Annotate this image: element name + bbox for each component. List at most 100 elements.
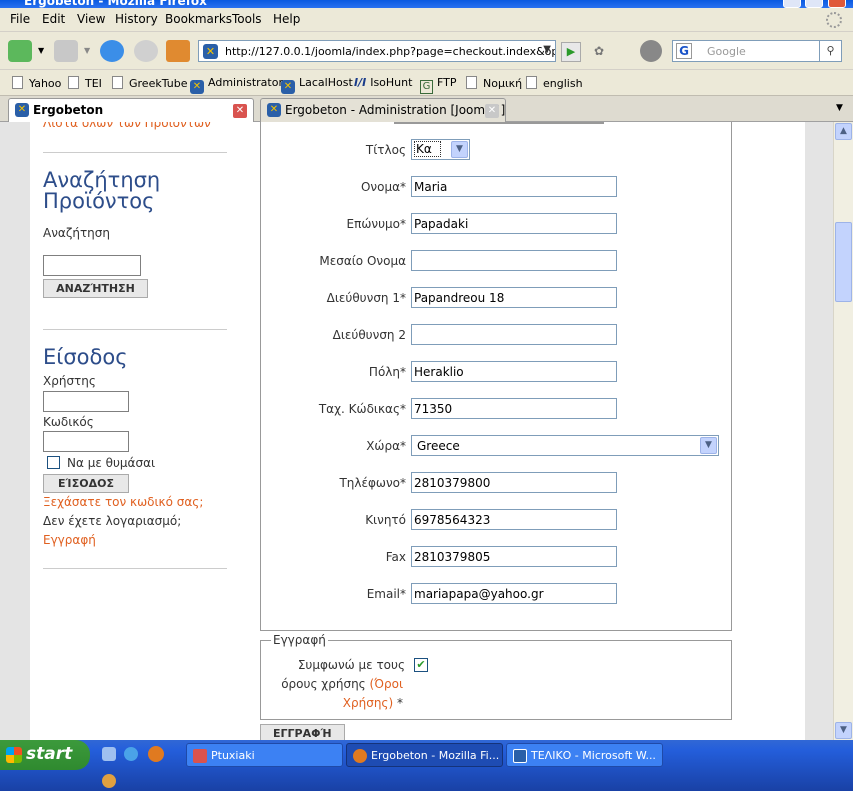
- ie-icon[interactable]: [124, 747, 138, 761]
- task-word[interactable]: ΤΕΛΙΚΟ - Microsoft W...: [506, 743, 663, 767]
- bookmark-administrator[interactable]: ✕ Administrator: [190, 76, 283, 94]
- tab-list-icon[interactable]: ▼: [836, 103, 843, 113]
- search-input[interactable]: [43, 255, 141, 276]
- task-ptuxiaki[interactable]: Ptuxiaki: [186, 743, 343, 767]
- password-input[interactable]: [43, 431, 129, 452]
- powerpoint-icon: [193, 749, 207, 763]
- all-products-link[interactable]: Λίστα όλων των Προϊόντων: [43, 122, 211, 130]
- bookmark-greektube[interactable]: GreekTube: [112, 76, 187, 90]
- close-tab-icon[interactable]: ✕: [233, 104, 247, 118]
- back-dropdown-icon[interactable]: ▼: [38, 46, 44, 55]
- bookmark-yahoo[interactable]: Yahoo: [12, 76, 61, 90]
- address2-input[interactable]: [411, 324, 617, 345]
- bookmark-english[interactable]: english: [526, 76, 583, 90]
- mobile-input[interactable]: 6978564323: [411, 509, 617, 530]
- maximize-button[interactable]: [805, 0, 823, 8]
- terms-link-continued[interactable]: Χρήσης): [343, 696, 393, 710]
- country-select[interactable]: Greece ▼: [411, 435, 719, 456]
- profile-icon[interactable]: [640, 40, 662, 62]
- window-title-bar: Ergobeton - Mozilla Firefox: [0, 0, 853, 8]
- bookmark-lacalhost[interactable]: ✕ LacalHost: [281, 76, 353, 94]
- menu-tools[interactable]: Tools: [232, 12, 262, 26]
- menu-bookmarks[interactable]: Bookmarks: [165, 12, 232, 26]
- agree-terms-checkbox[interactable]: ✔: [414, 658, 428, 672]
- navigation-toolbar: ▼ ▼ ✕ http://127.0.0.1/joomla/index.php?…: [0, 32, 853, 70]
- search-button[interactable]: ΑΝΑΖΉΤΗΣΗ: [43, 279, 148, 298]
- search-icon[interactable]: ⚲: [819, 41, 841, 61]
- scroll-thumb[interactable]: [835, 222, 852, 302]
- scroll-up-icon[interactable]: ▲: [835, 123, 852, 140]
- reload-icon[interactable]: [100, 40, 124, 62]
- registration-fieldset: Εγγραφή Συμφωνώ με τους όρους χρήσης (Όρ…: [260, 633, 732, 720]
- tab-ergobeton[interactable]: ✕ Ergobeton ✕: [8, 98, 254, 122]
- search-heading: Αναζήτηση Προϊόντος: [43, 168, 161, 213]
- phone-label: Τηλέφωνο*: [339, 476, 406, 490]
- tab-administration[interactable]: ✕ Ergobeton - Administration [Joomla!] ✕: [260, 98, 506, 122]
- register-link[interactable]: Εγγραφή: [43, 533, 96, 547]
- firefox-icon[interactable]: [148, 746, 164, 762]
- city-input[interactable]: Heraklio: [411, 361, 617, 382]
- bookmark-isohunt[interactable]: I/I IsoHunt: [354, 76, 412, 89]
- address1-label: Διεύθυνση 1*: [326, 291, 406, 305]
- login-button[interactable]: ΕΊΣΟΔΟΣ: [43, 474, 129, 493]
- bookmark-ftp[interactable]: G FTP: [420, 76, 457, 94]
- country-label: Χώρα*: [366, 439, 406, 453]
- google-icon[interactable]: G: [676, 43, 692, 59]
- windows-logo-icon: [6, 747, 22, 763]
- back-icon[interactable]: [8, 40, 32, 62]
- go-icon[interactable]: ▶: [561, 42, 581, 62]
- extension-icon[interactable]: ✿: [594, 44, 610, 60]
- close-window-button[interactable]: [828, 0, 846, 8]
- bookmark-nomiki[interactable]: Νομική: [466, 76, 522, 90]
- search-bar[interactable]: G Google ⚲: [672, 40, 842, 62]
- first-name-label: Ονομα*: [360, 180, 406, 194]
- vertical-scrollbar[interactable]: ▲ ▼: [833, 122, 853, 740]
- agree-text-line1: Συμφωνώ με τους: [297, 658, 405, 672]
- stop-icon[interactable]: [134, 40, 158, 62]
- register-submit-button[interactable]: ΕΓΓΡΑΦΉ: [260, 724, 345, 740]
- zip-input[interactable]: 71350: [411, 398, 617, 419]
- username-input[interactable]: [43, 391, 129, 412]
- registration-legend: Εγγραφή: [271, 633, 328, 647]
- close-tab-icon[interactable]: ✕: [485, 104, 499, 118]
- remember-checkbox[interactable]: [47, 456, 60, 469]
- forgot-password-link[interactable]: Ξεχάσατε τον κωδικό σας;: [43, 495, 203, 509]
- phone-input[interactable]: 2810379800: [411, 472, 617, 493]
- title-label: Τίτλος: [365, 143, 406, 157]
- menu-view[interactable]: View: [77, 12, 105, 26]
- page-icon: [112, 76, 123, 89]
- firefox-icon: [353, 749, 367, 763]
- terms-link[interactable]: (Όροι: [370, 677, 403, 691]
- menu-history[interactable]: History: [115, 12, 158, 26]
- task-firefox[interactable]: Ergobeton - Mozilla Fi...: [346, 743, 503, 767]
- address1-input[interactable]: Papandreou 18: [411, 287, 617, 308]
- divider: [43, 329, 227, 330]
- forward-dropdown-icon[interactable]: ▼: [84, 46, 90, 55]
- first-name-input[interactable]: Maria: [411, 176, 617, 197]
- url-bar[interactable]: ✕ http://127.0.0.1/joomla/index.php?page…: [198, 40, 556, 62]
- page-icon: [526, 76, 537, 89]
- no-account-text: Δεν έχετε λογαριασμό;: [43, 514, 182, 528]
- site-favicon-icon: ✕: [203, 44, 218, 59]
- search-label: Αναζήτηση: [43, 226, 110, 240]
- minimize-button[interactable]: [783, 0, 801, 8]
- tray-overflow-icon[interactable]: [102, 774, 116, 788]
- forward-icon[interactable]: [54, 40, 78, 62]
- menu-edit[interactable]: Edit: [42, 12, 65, 26]
- login-heading: Είσοδος: [43, 345, 128, 369]
- fax-input[interactable]: 2810379805: [411, 546, 617, 567]
- last-name-input[interactable]: Papadaki: [411, 213, 617, 234]
- bookmark-tei[interactable]: TEI: [68, 76, 102, 90]
- home-icon[interactable]: [166, 40, 190, 62]
- url-dropdown-icon[interactable]: ▼: [543, 44, 551, 55]
- title-select[interactable]: Κα ▼: [411, 139, 470, 160]
- email-input[interactable]: mariapapa@yahoo.gr: [411, 583, 617, 604]
- menu-help[interactable]: Help: [273, 12, 300, 26]
- password-label: Κωδικός: [43, 415, 94, 429]
- start-button[interactable]: start: [0, 740, 90, 770]
- middle-name-input[interactable]: [411, 250, 617, 271]
- menu-file[interactable]: File: [10, 12, 30, 26]
- chevron-down-icon: ▼: [451, 141, 468, 158]
- show-desktop-icon[interactable]: [102, 747, 116, 761]
- scroll-down-icon[interactable]: ▼: [835, 722, 852, 739]
